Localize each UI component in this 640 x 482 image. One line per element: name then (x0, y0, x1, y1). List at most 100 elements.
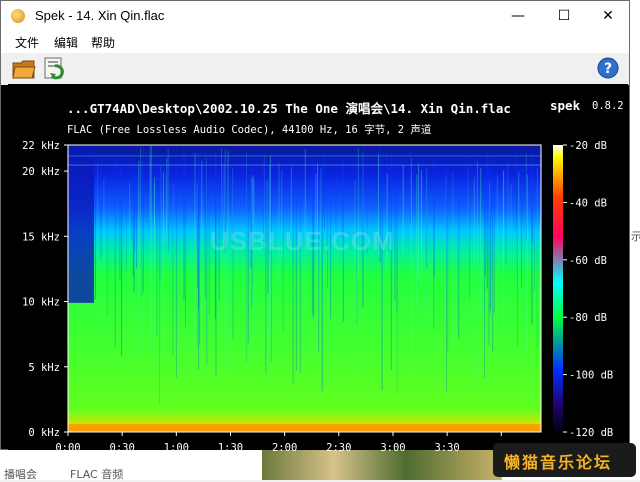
spectrogram-streak (136, 174, 137, 268)
spectrogram-streak (201, 160, 203, 347)
spectrogram-streak (183, 145, 185, 301)
spectrogram-streak (354, 180, 356, 375)
spectrogram-streak (467, 168, 469, 359)
spectrogram-streak (94, 178, 96, 300)
spectrogram-streak (489, 181, 491, 361)
spectrogram-streak (198, 181, 200, 370)
spectrogram-streak (149, 146, 151, 221)
spectrogram-streak (503, 172, 505, 263)
spectrogram-streak (458, 177, 460, 338)
spectrogram-streak (215, 152, 217, 376)
spectrogram-streak (480, 167, 482, 316)
x-tick-label: 3:30 (434, 442, 459, 454)
spectrogram-streak (433, 173, 435, 278)
spectrogram-streak (510, 184, 512, 262)
spectrogram-streak (159, 178, 161, 404)
spectrogram-streak (515, 148, 517, 235)
db-tick-label: -20 dB (569, 140, 607, 152)
db-tick-label: -80 dB (569, 312, 607, 324)
spectrogram-streak (492, 174, 494, 353)
spectrogram-streak (133, 171, 135, 292)
spectrogram-streak (516, 148, 518, 347)
spectrogram-streak (426, 169, 428, 325)
spectrogram-streak (165, 171, 167, 265)
y-tick-label: 5 kHz (28, 362, 60, 374)
spectrogram-streak (318, 181, 320, 353)
x-tick-label: 0:30 (110, 442, 135, 454)
spectrogram-intro (68, 145, 94, 303)
db-color-bar (553, 145, 563, 432)
spectrogram-streak (473, 181, 475, 372)
x-tick-label: 2:00 (272, 442, 297, 454)
spectrogram-streak (381, 170, 383, 391)
x-tick-label: 1:30 (218, 442, 243, 454)
spectrogram-streak (390, 153, 392, 371)
spectrogram-streak (410, 172, 412, 367)
spectrogram-streak (533, 176, 535, 290)
spectrogram-streak (476, 161, 478, 314)
spectrogram-streak (292, 161, 294, 385)
spectrogram-streak (402, 164, 404, 255)
spectrogram-lowband (68, 424, 541, 432)
spectrogram-streak (265, 176, 267, 374)
spectrogram-streak (317, 163, 318, 379)
watermark-text: USBLUE.COM (210, 226, 395, 256)
spectrogram-streak (474, 175, 476, 388)
spectrogram-streak (507, 162, 509, 306)
spectrogram-streak (185, 157, 186, 328)
y-tick-label: 0 kHz (28, 427, 60, 439)
spectrogram-line (68, 164, 541, 166)
x-tick-label: 3:00 (380, 442, 405, 454)
spectrogram-streak (496, 175, 498, 335)
spectrogram-streak (172, 176, 174, 355)
spectrogram-streak (416, 174, 418, 309)
spectrogram-streak (224, 148, 226, 371)
y-tick-label: 22 kHz (22, 140, 60, 152)
spectrogram-streak (536, 172, 538, 348)
spectrogram-image (68, 145, 542, 432)
spectrogram-streak (525, 166, 527, 240)
spectrogram-streak (505, 165, 507, 264)
spectrogram-streak (446, 163, 447, 392)
spectrogram-streak (154, 177, 155, 268)
db-tick-label: -60 dB (569, 255, 607, 267)
spectrogram-streak (491, 154, 493, 281)
spectrogram-streak (204, 150, 206, 298)
spectrogram-streak (421, 170, 422, 286)
spectrogram-streak (490, 173, 491, 311)
spectrogram-streak (129, 183, 131, 351)
spectrogram-streak (418, 164, 420, 279)
spectrogram-streak (521, 164, 522, 288)
spectrogram-streak (518, 171, 520, 292)
spectrogram-streak (160, 165, 162, 313)
spectrogram-streak (362, 150, 364, 227)
spectrogram-streak (247, 179, 249, 343)
spectrogram-streak (299, 164, 301, 374)
spectrogram-streak (156, 145, 158, 337)
spectrogram-streak (452, 172, 454, 365)
spectrogram-streak (199, 167, 201, 346)
spectrogram-streak (484, 176, 485, 379)
spectrogram-streak (103, 178, 105, 336)
spectrogram-streak (106, 167, 108, 318)
spectrogram-streak (386, 173, 388, 276)
spectrogram-streak (97, 162, 99, 292)
spectrogram-streak (140, 147, 142, 291)
spectrogram-streak (335, 151, 337, 232)
x-tick-label: 2:30 (326, 442, 351, 454)
spectrogram-streak (125, 165, 127, 273)
spectrogram-streak (278, 163, 280, 285)
spectrogram-streak (121, 167, 123, 356)
spectrogram-streak (114, 154, 116, 348)
spectrogram-streak (269, 165, 270, 356)
x-tick-label: 0:00 (55, 442, 80, 454)
spectrogram-streak (131, 157, 132, 240)
spectrogram-streak (321, 163, 323, 392)
spectrogram-streak (526, 174, 528, 393)
spectrogram-streak (100, 165, 102, 258)
x-tick-label: 1:00 (164, 442, 189, 454)
spectrogram-streak (175, 173, 177, 378)
spectrogram-streak (396, 154, 398, 313)
spectrogram-streak (324, 152, 325, 230)
spectrogram-streak (486, 149, 488, 289)
